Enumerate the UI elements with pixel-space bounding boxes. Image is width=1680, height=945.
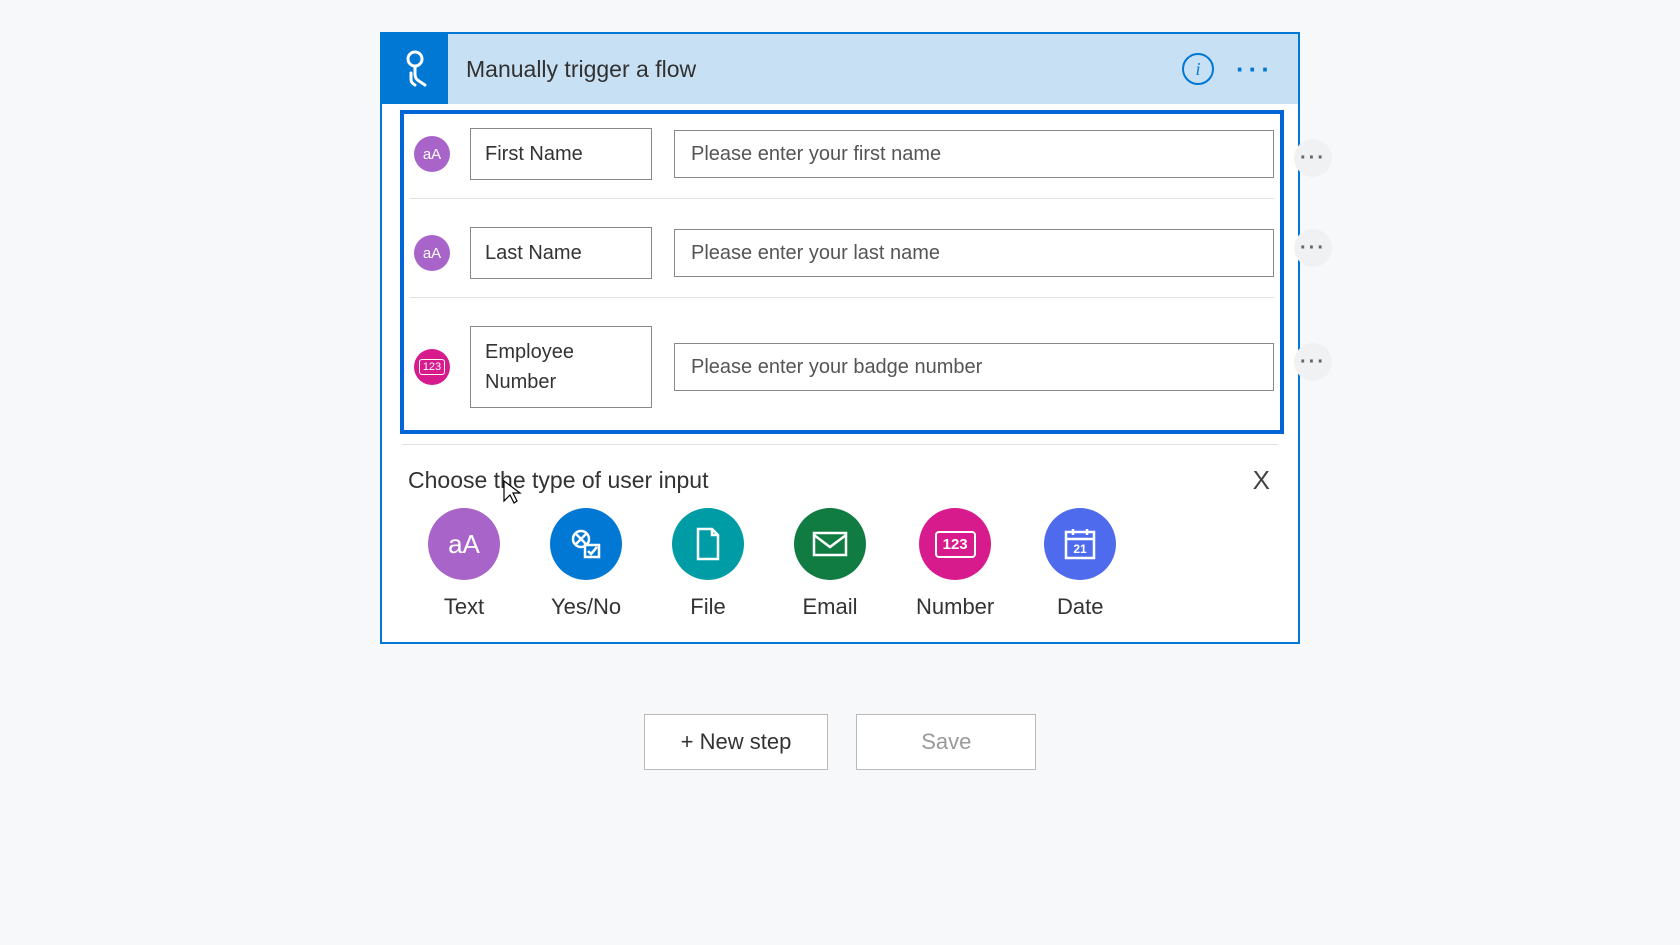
chooser-title: Choose the type of user input: [408, 467, 708, 494]
inputs-highlight: aA First Name Please enter your first na…: [400, 110, 1284, 434]
save-button[interactable]: Save: [856, 714, 1036, 770]
info-button[interactable]: i: [1182, 53, 1214, 85]
type-label: File: [690, 594, 725, 620]
trigger-title: Manually trigger a flow: [448, 56, 1182, 83]
input-placeholder-field[interactable]: Please enter your badge number: [674, 343, 1274, 391]
type-label: Text: [444, 594, 484, 620]
text-icon: aA: [428, 508, 500, 580]
chooser-close-button[interactable]: X: [1253, 465, 1270, 496]
header-more-button[interactable]: ···: [1236, 54, 1274, 85]
input-name-field[interactable]: Last Name: [470, 227, 652, 279]
svg-text:21: 21: [1074, 542, 1088, 556]
input-row-more-button[interactable]: ···: [1294, 139, 1332, 177]
input-type-yesno[interactable]: Yes/No: [550, 508, 622, 620]
text-type-icon: aA: [414, 136, 450, 172]
input-type-date[interactable]: 21 Date: [1044, 508, 1116, 620]
date-icon: 21: [1044, 508, 1116, 580]
input-row-more-button[interactable]: ···: [1294, 229, 1332, 267]
input-type-grid: aA Text Yes/No File: [382, 500, 1298, 642]
input-placeholder-field[interactable]: Please enter your last name: [674, 229, 1274, 277]
input-type-number[interactable]: 123 Number: [916, 508, 994, 620]
type-label: Date: [1057, 594, 1103, 620]
file-icon: [672, 508, 744, 580]
input-name-field[interactable]: First Name: [470, 128, 652, 180]
trigger-card: Manually trigger a flow i ··· aA First N…: [380, 32, 1300, 644]
email-icon: [794, 508, 866, 580]
input-placeholder-field[interactable]: Please enter your first name: [674, 130, 1274, 178]
footer-buttons: + New step Save: [0, 714, 1680, 770]
input-name-field[interactable]: Employee Number: [470, 326, 652, 408]
input-row-more-button[interactable]: ···: [1294, 343, 1332, 381]
type-label: Yes/No: [551, 594, 621, 620]
input-type-file[interactable]: File: [672, 508, 744, 620]
number-type-icon: 123: [414, 349, 450, 385]
input-row: aA First Name Please enter your first na…: [410, 118, 1274, 198]
chooser-header: Choose the type of user input X: [382, 445, 1298, 500]
type-label: Number: [916, 594, 994, 620]
text-type-icon: aA: [414, 235, 450, 271]
number-icon: 123: [919, 508, 991, 580]
yesno-icon: [550, 508, 622, 580]
input-type-email[interactable]: Email: [794, 508, 866, 620]
input-type-text[interactable]: aA Text: [428, 508, 500, 620]
manual-trigger-icon: [382, 34, 448, 104]
type-label: Email: [802, 594, 857, 620]
input-row: aA Last Name Please enter your last name…: [410, 198, 1274, 297]
new-step-button[interactable]: + New step: [644, 714, 829, 770]
trigger-card-header: Manually trigger a flow i ···: [382, 34, 1298, 104]
input-row: 123 Employee Number Please enter your ba…: [410, 297, 1274, 426]
